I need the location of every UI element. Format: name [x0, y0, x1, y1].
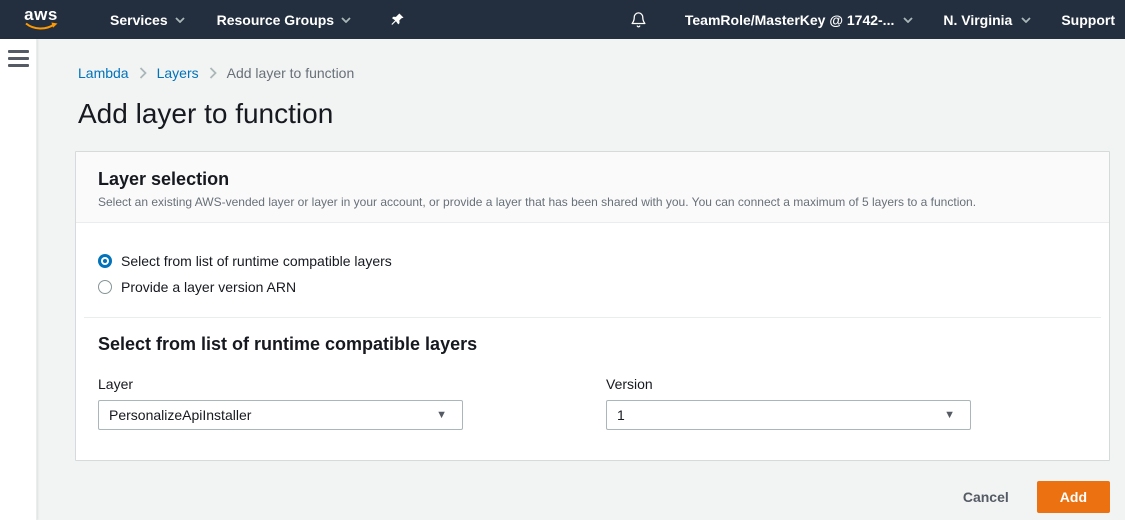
services-menu[interactable]: Services	[110, 12, 185, 28]
chevron-down-icon	[175, 17, 185, 23]
card-description: Select an existing AWS-vended layer or l…	[98, 195, 1087, 209]
account-menu-label: TeamRole/MasterKey @ 1742-...	[685, 12, 894, 28]
radio-label: Provide a layer version ARN	[121, 279, 296, 295]
radio-label: Select from list of runtime compatible l…	[121, 253, 392, 269]
breadcrumb-current: Add layer to function	[227, 65, 355, 81]
pin-shortcut-button[interactable]	[389, 12, 405, 28]
chevron-right-icon	[209, 67, 217, 79]
layer-field-label: Layer	[98, 376, 463, 392]
chevron-down-icon	[341, 17, 351, 23]
topbar-right-group: TeamRole/MasterKey @ 1742-... N. Virgini…	[630, 11, 1115, 29]
breadcrumb-layers-link[interactable]: Layers	[157, 65, 199, 81]
cancel-button[interactable]: Cancel	[963, 489, 1009, 505]
aws-logo-text: aws	[24, 8, 58, 22]
breadcrumb: Lambda Layers Add layer to function	[78, 65, 1110, 81]
version-select-dropdown[interactable]: 1 ▼	[606, 400, 971, 430]
account-menu[interactable]: TeamRole/MasterKey @ 1742-...	[685, 12, 913, 28]
radio-selected-icon	[98, 254, 112, 268]
chevron-right-icon	[139, 67, 147, 79]
card-header: Layer selection Select an existing AWS-v…	[76, 152, 1109, 223]
hamburger-menu-icon[interactable]	[8, 50, 29, 67]
layer-source-radio-group: Select from list of runtime compatible l…	[76, 223, 1109, 317]
layer-select-dropdown[interactable]: PersonalizeApiInstaller ▼	[98, 400, 463, 430]
version-field-label: Version	[606, 376, 971, 392]
radio-layer-version-arn[interactable]: Provide a layer version ARN	[98, 279, 1087, 295]
section-title: Select from list of runtime compatible l…	[98, 334, 1087, 355]
support-menu[interactable]: Support	[1061, 12, 1115, 28]
aws-logo[interactable]: aws	[24, 8, 58, 31]
caret-down-icon: ▼	[944, 410, 955, 421]
resource-groups-menu[interactable]: Resource Groups	[217, 12, 351, 28]
layer-selection-card: Layer selection Select an existing AWS-v…	[75, 151, 1110, 461]
collapsed-sidebar	[0, 39, 37, 520]
version-select-value: 1	[617, 407, 625, 423]
aws-logo-swoosh-icon	[24, 22, 58, 31]
region-menu-label: N. Virginia	[943, 12, 1012, 28]
layer-select-value: PersonalizeApiInstaller	[109, 407, 251, 423]
breadcrumb-lambda-link[interactable]: Lambda	[78, 65, 129, 81]
chevron-down-icon	[903, 17, 913, 23]
aws-console-topbar: aws Services Resource Groups TeamRo	[0, 0, 1125, 39]
form-actions: Cancel Add	[75, 481, 1110, 513]
pushpin-icon	[389, 12, 405, 28]
radio-unselected-icon	[98, 280, 112, 294]
services-menu-label: Services	[110, 12, 168, 28]
layer-field: Layer PersonalizeApiInstaller ▼	[98, 376, 463, 430]
resource-groups-menu-label: Resource Groups	[217, 12, 334, 28]
page-frame: Lambda Layers Add layer to function Add …	[0, 39, 1125, 520]
page-title: Add layer to function	[78, 98, 1110, 130]
main-content: Lambda Layers Add layer to function Add …	[37, 39, 1125, 520]
region-menu[interactable]: N. Virginia	[943, 12, 1031, 28]
version-field: Version 1 ▼	[606, 376, 971, 430]
bell-icon	[630, 11, 647, 29]
notifications-button[interactable]	[630, 11, 647, 29]
layer-version-fields: Layer PersonalizeApiInstaller ▼ Version …	[98, 376, 1087, 430]
radio-runtime-compatible-layers[interactable]: Select from list of runtime compatible l…	[98, 253, 1087, 269]
card-title: Layer selection	[98, 169, 1087, 190]
add-button[interactable]: Add	[1037, 481, 1110, 513]
chevron-down-icon	[1021, 17, 1031, 23]
caret-down-icon: ▼	[436, 410, 447, 421]
runtime-compatible-layers-section: Select from list of runtime compatible l…	[76, 318, 1109, 460]
